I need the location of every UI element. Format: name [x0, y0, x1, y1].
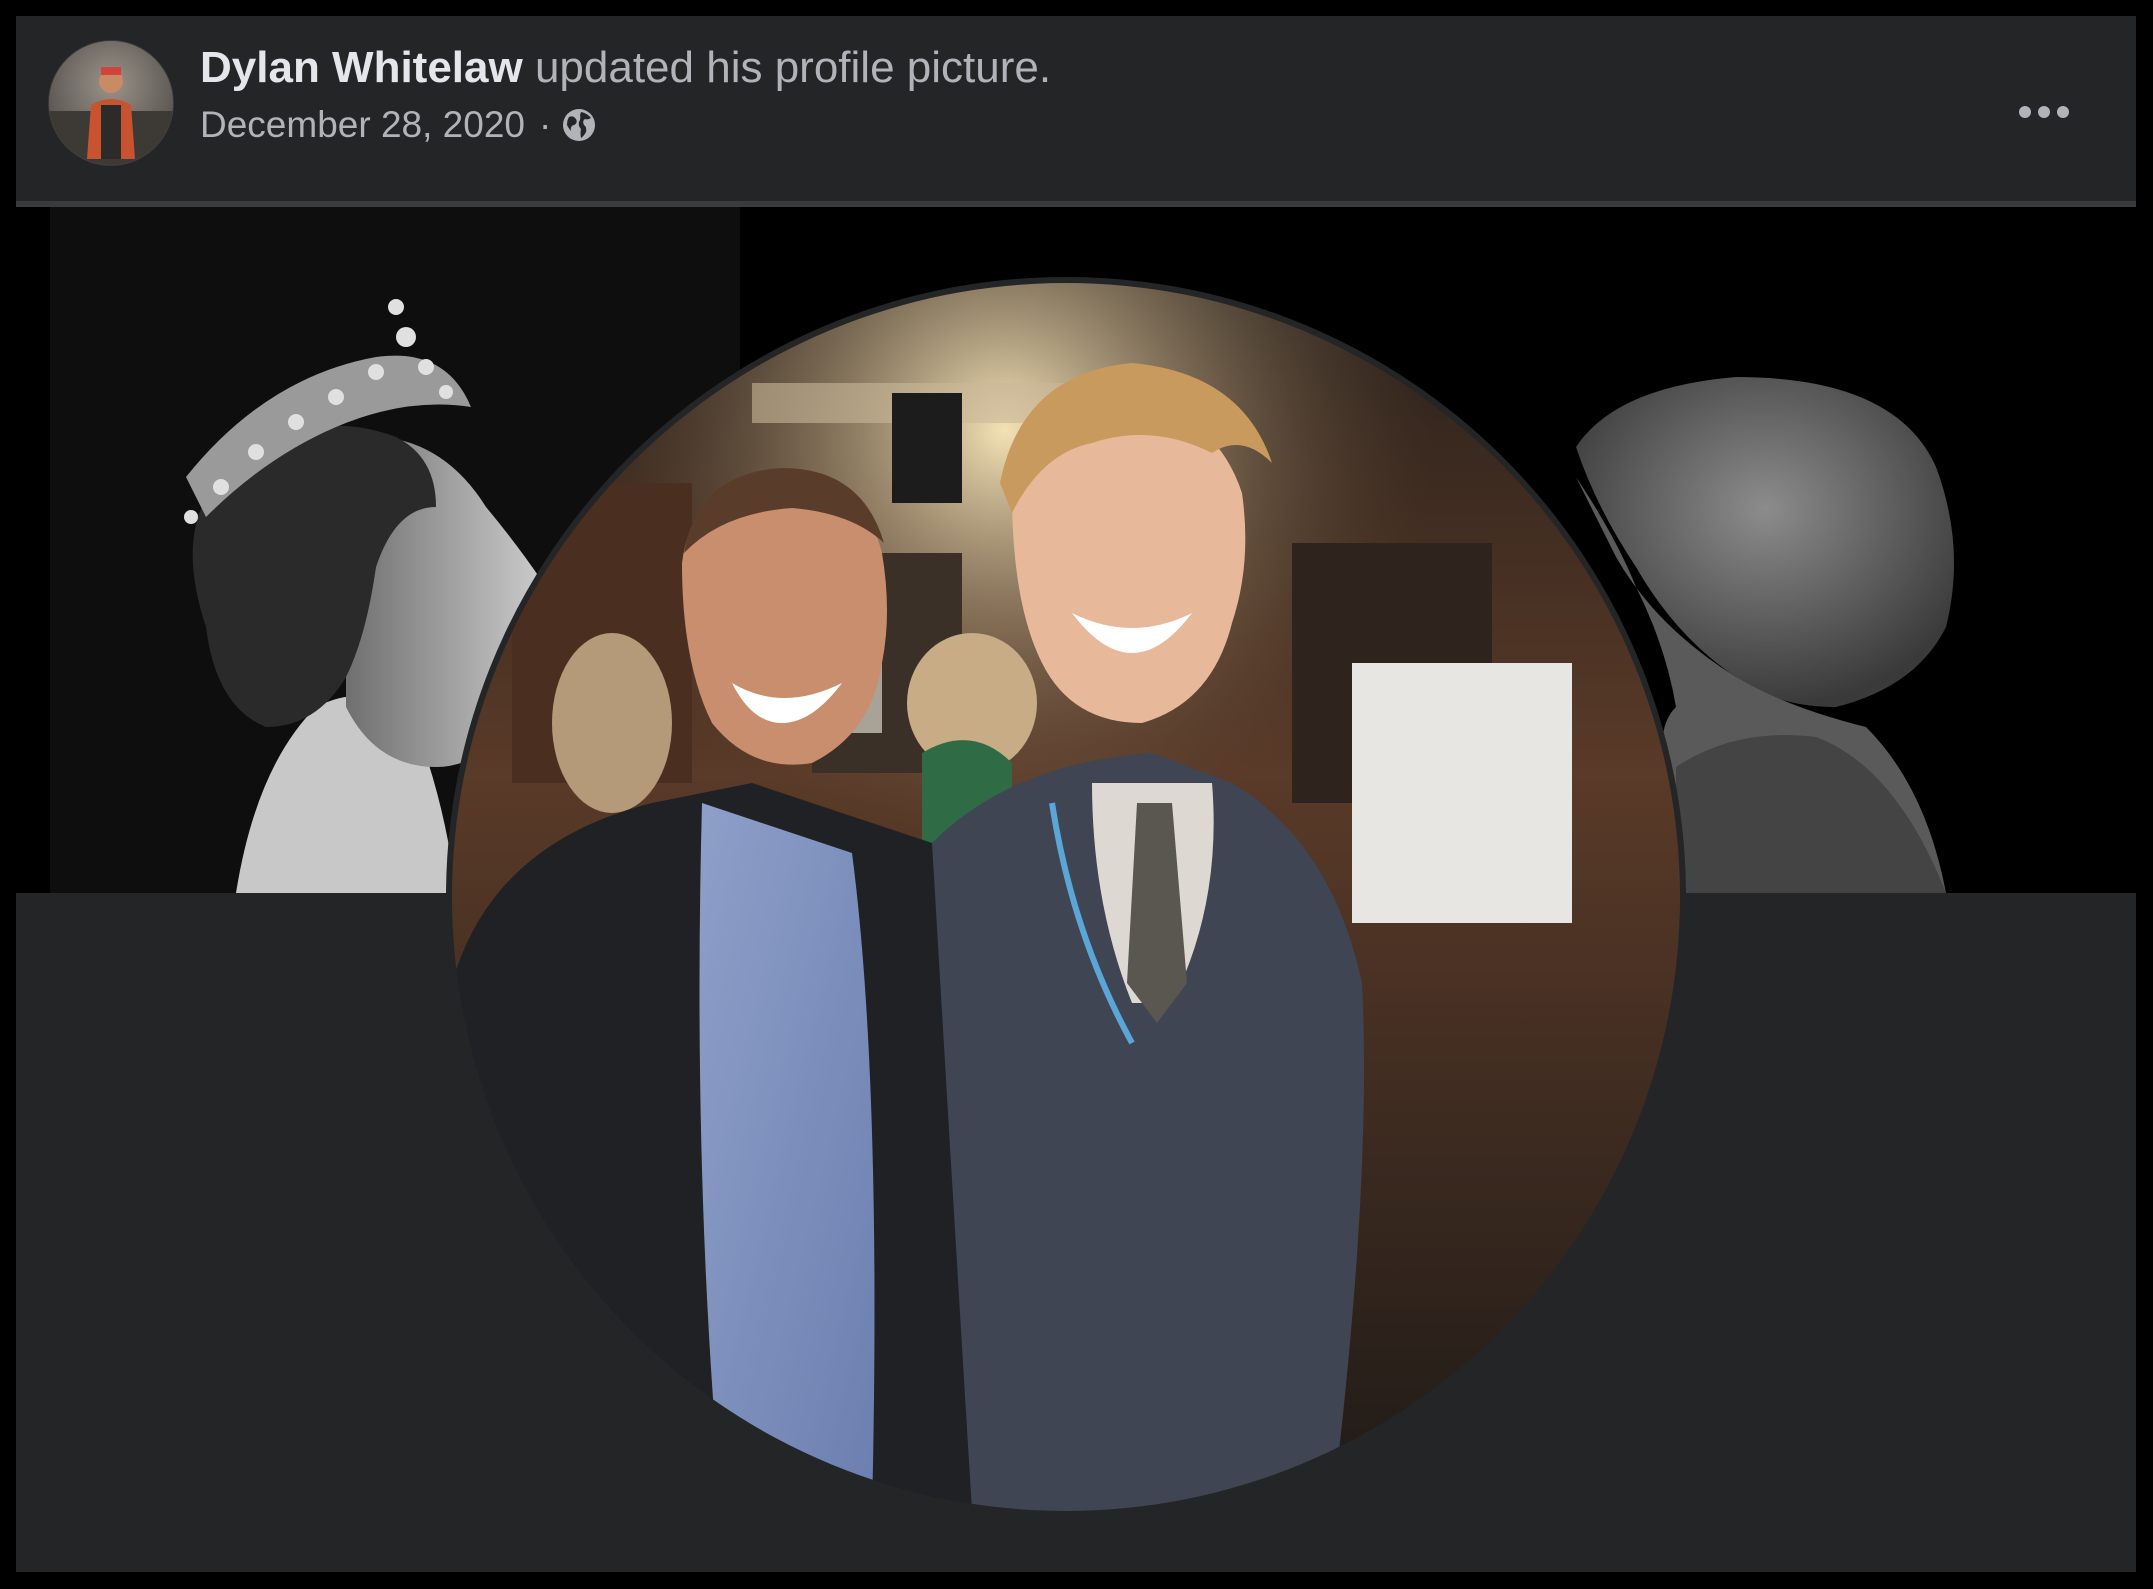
avatar-image [49, 41, 173, 165]
post-header-text: Dylan Whitelaw updated his profile pictu… [200, 40, 1800, 148]
more-options-icon [2019, 106, 2069, 118]
more-options-button[interactable] [2006, 86, 2082, 138]
profile-picture[interactable] [446, 277, 1686, 1517]
author-name-link[interactable]: Dylan Whitelaw [200, 43, 523, 92]
meta-separator: · [538, 104, 552, 145]
post-action-text: updated his profile picture. [534, 43, 1052, 92]
profile-picture-image [452, 283, 1680, 1511]
post-photo[interactable] [16, 207, 2136, 1572]
globe-icon[interactable] [561, 107, 597, 143]
post-date-link[interactable]: December 28, 2020 [200, 102, 525, 148]
post-header: Dylan Whitelaw updated his profile pictu… [16, 16, 2136, 202]
post-card: Dylan Whitelaw updated his profile pictu… [16, 16, 2136, 1572]
post-meta: December 28, 2020 · [200, 102, 1800, 148]
post-headline: Dylan Whitelaw updated his profile pictu… [200, 40, 1800, 96]
author-avatar[interactable] [48, 40, 174, 166]
